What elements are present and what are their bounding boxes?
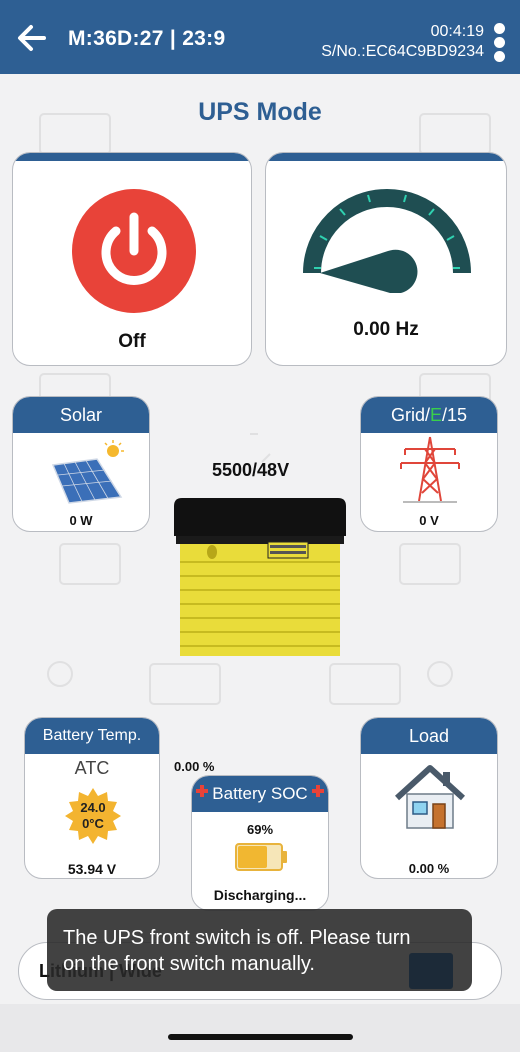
soc-percent: 69%: [246, 822, 274, 837]
top-app-bar: M:36D:27 | 23:9 00:4:19 S/No.:EC64C9BD92…: [0, 0, 520, 74]
temp-mode-text: ATC: [74, 758, 110, 778]
kebab-menu-icon[interactable]: [494, 23, 508, 63]
card-header-strip: [266, 153, 506, 161]
plus-icon: [196, 785, 208, 797]
soc-percent-label: 0.00 %: [174, 759, 215, 774]
card-header-strip: [13, 153, 251, 161]
grid-value: 0 V: [419, 513, 439, 528]
solar-title: Solar: [13, 397, 149, 433]
battery-thumbnail-icon: [409, 953, 453, 989]
solar-card[interactable]: Solar 0 W: [12, 396, 150, 532]
plus-icon: [312, 785, 324, 797]
solar-panel-icon: [51, 440, 124, 504]
inverter-icon: [174, 498, 346, 656]
battery-soc-title: Battery SOC: [192, 776, 328, 812]
grid-title: Grid/E/15: [361, 397, 497, 433]
device-runtime-title: M:36D:27 | 23:9: [68, 27, 226, 50]
power-switch-card: Off: [12, 152, 252, 366]
toast-line-1: The UPS front switch is off. Please turn: [63, 927, 411, 949]
clock-text: 00:4:19: [430, 23, 484, 40]
home-indicator[interactable]: [168, 1034, 353, 1040]
solar-value: 0 W: [69, 513, 93, 528]
frequency-value: 0.00 Hz: [353, 319, 419, 340]
battery-temp-title: Battery Temp.: [25, 718, 159, 754]
transmission-tower-icon: [400, 436, 460, 503]
toast-line-2: on the front switch manually.: [63, 953, 315, 975]
toast-message: The UPS front switch is off. Please turn…: [47, 909, 472, 991]
load-card[interactable]: Load 0.00 %: [360, 717, 498, 879]
load-value: 0.00 %: [408, 861, 450, 876]
frequency-gauge-icon: [303, 189, 471, 293]
back-arrow-icon[interactable]: [14, 20, 50, 56]
power-icon[interactable]: [72, 189, 196, 313]
temperature-value: 24.0 0°C: [80, 800, 106, 831]
load-title: Load: [361, 718, 497, 754]
battery-level-icon: [235, 843, 287, 871]
header-info: 00:4:19 S/No.:EC64C9BD9234: [321, 22, 484, 62]
power-state-text: Off: [118, 331, 146, 352]
grid-card[interactable]: Grid/E/15 0 V: [360, 396, 498, 532]
serial-number: S/No.:EC64C9BD9234: [321, 43, 484, 60]
page-title: UPS Mode: [198, 98, 322, 126]
battery-soc-card[interactable]: Battery SOC 69% Discharging...: [191, 775, 329, 911]
bottom-safe-area: [0, 1004, 520, 1052]
inverter-rating: 5500/48V: [212, 460, 290, 480]
battery-temp-card[interactable]: Battery Temp. ATC 24.0 0°C 53.94 V: [24, 717, 160, 879]
frequency-card: 0.00 Hz: [265, 152, 507, 366]
house-icon: [395, 765, 465, 829]
battery-status-text: Discharging...: [213, 887, 307, 903]
battery-voltage: 53.94 V: [67, 861, 117, 877]
